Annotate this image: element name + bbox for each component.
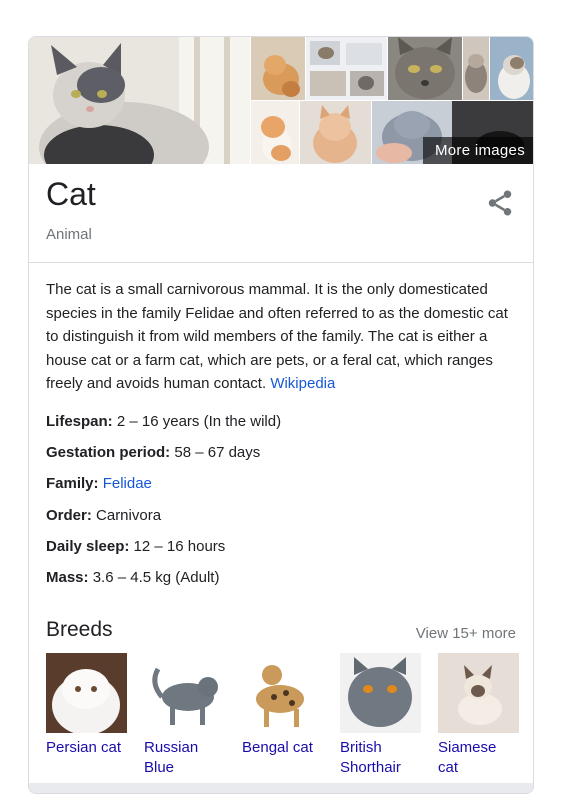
fact-value: 58 – 67 days bbox=[174, 444, 261, 462]
breed-item-british-shorthair[interactable]: British Shorthair bbox=[340, 653, 422, 778]
breed-name-line1[interactable]: Siamese bbox=[438, 739, 496, 756]
share-icon[interactable] bbox=[485, 188, 515, 218]
breed-thumb[interactable] bbox=[144, 653, 225, 733]
breed-name[interactable]: Russian Blue bbox=[144, 738, 226, 778]
fact-lifespan: Lifespan: 2 – 16 years (In the wild) bbox=[46, 410, 516, 441]
fact-label: Gestation period: bbox=[46, 444, 171, 462]
facts-list: Lifespan: 2 – 16 years (In the wild) Ges… bbox=[46, 410, 516, 597]
fact-gestation: Gestation period: 58 – 67 days bbox=[46, 441, 516, 472]
breed-item-persian[interactable]: Persian cat bbox=[46, 653, 128, 758]
knowledge-panel: More images Cat Animal The cat is a smal… bbox=[28, 36, 534, 794]
fact-value: 3.6 – 4.5 kg (Adult) bbox=[92, 568, 220, 586]
fact-daily-sleep: Daily sleep: 12 – 16 hours bbox=[46, 535, 516, 566]
card-bottom-edge bbox=[29, 783, 533, 793]
more-images-label[interactable]: More images bbox=[423, 137, 533, 164]
page-title: Cat bbox=[46, 176, 96, 212]
breed-name-line2[interactable]: Blue bbox=[144, 759, 174, 776]
gallery-thumb-5[interactable] bbox=[490, 37, 533, 100]
entity-type: Animal bbox=[46, 226, 92, 243]
gallery-thumb-2[interactable] bbox=[306, 37, 387, 100]
breed-name[interactable]: Bengal cat bbox=[242, 738, 324, 758]
gallery-thumb-1[interactable] bbox=[251, 37, 305, 100]
breed-thumb[interactable] bbox=[242, 653, 323, 733]
fact-label: Order: bbox=[46, 506, 92, 524]
breed-name[interactable]: British Shorthair bbox=[340, 738, 422, 778]
fact-mass: Mass: 3.6 – 4.5 kg (Adult) bbox=[46, 566, 516, 597]
breed-name-line2[interactable]: cat bbox=[438, 759, 458, 776]
fact-label: Daily sleep: bbox=[46, 537, 130, 555]
breed-thumb[interactable] bbox=[438, 653, 519, 733]
fact-family: Family: Felidae bbox=[46, 472, 516, 503]
breed-thumb[interactable] bbox=[340, 653, 421, 733]
fact-label: Lifespan: bbox=[46, 413, 113, 430]
gallery-thumb-4[interactable] bbox=[463, 37, 489, 100]
breed-name-line2[interactable]: Shorthair bbox=[340, 759, 401, 776]
felidae-link[interactable]: Felidae bbox=[103, 475, 152, 492]
fact-order: Order: Carnivora bbox=[46, 504, 516, 535]
breeds-heading: Breeds bbox=[46, 618, 113, 641]
breed-name-line1[interactable]: British bbox=[340, 739, 382, 756]
gallery-thumb-8[interactable]: More images bbox=[372, 101, 533, 164]
breed-thumb[interactable] bbox=[46, 653, 127, 733]
breed-name[interactable]: Persian cat bbox=[46, 738, 128, 758]
breed-name-line1[interactable]: Russian bbox=[144, 739, 198, 756]
panel-header: Cat Animal bbox=[29, 164, 533, 263]
breed-item-russian-blue[interactable]: Russian Blue bbox=[144, 653, 226, 778]
description: The cat is a small carnivorous mammal. I… bbox=[46, 278, 521, 396]
breed-item-siamese[interactable]: Siamese cat bbox=[438, 653, 520, 778]
fact-value: Carnivora bbox=[96, 506, 162, 524]
fact-label: Family: bbox=[46, 475, 99, 493]
gallery-thumb-6[interactable] bbox=[251, 101, 299, 164]
breed-item-bengal[interactable]: Bengal cat bbox=[242, 653, 324, 758]
fact-value: 2 – 16 years (In the wild) bbox=[116, 413, 282, 430]
fact-label: Mass: bbox=[46, 568, 89, 586]
wikipedia-link[interactable]: Wikipedia bbox=[270, 375, 335, 392]
breeds-carousel: Persian cat Russian Blue Bengal cat Brit… bbox=[46, 653, 526, 783]
gallery-thumb-3[interactable] bbox=[388, 37, 462, 100]
breed-name[interactable]: Siamese cat bbox=[438, 738, 520, 778]
fact-value: 12 – 16 hours bbox=[133, 537, 226, 555]
main-cat-image[interactable] bbox=[29, 37, 250, 164]
image-gallery[interactable]: More images bbox=[29, 37, 533, 164]
view-more-link[interactable]: View 15+ more bbox=[416, 625, 516, 642]
gallery-thumb-7[interactable] bbox=[300, 101, 371, 164]
breed-name-line1[interactable]: Persian cat bbox=[46, 739, 121, 756]
breed-name-line1[interactable]: Bengal cat bbox=[242, 739, 313, 756]
